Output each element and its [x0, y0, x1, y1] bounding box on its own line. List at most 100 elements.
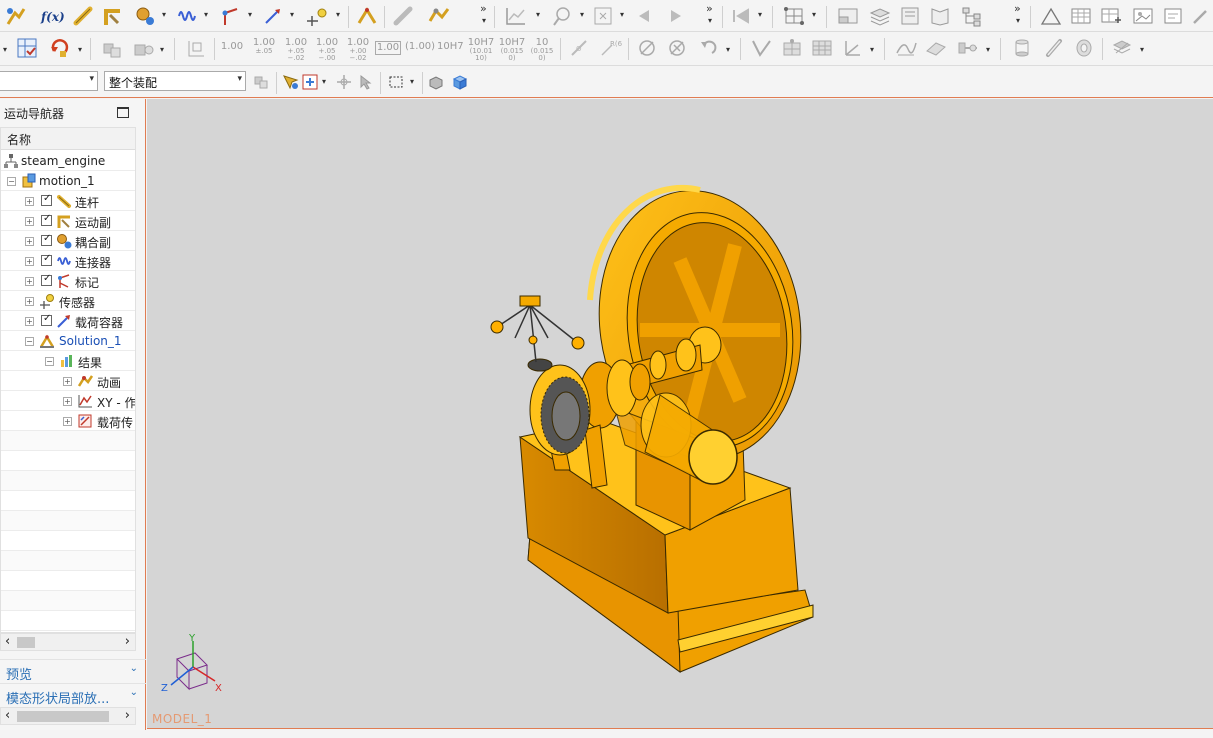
sheet-icon[interactable] [896, 3, 924, 29]
pen-icon[interactable] [1190, 3, 1212, 29]
expand-icon[interactable]: + [25, 237, 34, 246]
scroll-left-arrow[interactable]: ‹ [5, 708, 10, 723]
ring-icon[interactable] [1070, 35, 1098, 61]
tree-row-connectors[interactable]: + 连接器 [1, 251, 135, 271]
motion-environment-icon[interactable] [4, 3, 28, 29]
spring-dropdown[interactable]: ▾ [204, 10, 208, 19]
marker-icon[interactable] [218, 3, 244, 29]
mesh-dropdown[interactable]: ▾ [812, 10, 816, 19]
checklist-icon[interactable] [14, 35, 40, 61]
overflow-2[interactable]: » [706, 2, 713, 15]
tree-row-joints[interactable]: + 运动副 [1, 211, 135, 231]
snap-point-icon[interactable] [280, 69, 300, 95]
component-b-icon[interactable] [130, 35, 158, 61]
steam-engine-model[interactable] [147, 99, 1213, 729]
dim-unilateral-b[interactable]: 1.00 +.05 −.00 [313, 38, 341, 62]
collapse-icon[interactable]: − [45, 357, 54, 366]
expand-icon[interactable]: + [63, 417, 72, 426]
expand-icon[interactable]: + [25, 277, 34, 286]
weld-icon[interactable] [748, 35, 776, 61]
undo-arrow-dropdown[interactable]: ▾ [726, 45, 730, 54]
joint-icon[interactable] [100, 3, 126, 29]
hatch-icon[interactable] [1108, 35, 1136, 61]
spring-icon[interactable] [174, 3, 200, 29]
preview-panel-header[interactable]: 预览 ⌄ [0, 659, 146, 683]
spring-clip-icon[interactable] [1040, 35, 1068, 61]
column-header-name[interactable]: 名称 [1, 128, 135, 150]
overflow-3-dd[interactable]: ▾ [1016, 16, 1020, 25]
undo-rotate-icon[interactable] [46, 35, 74, 61]
cursor-cross-icon[interactable] [334, 69, 354, 95]
type-filter-combo[interactable]: ▾ [0, 71, 98, 91]
rewind-dropdown[interactable]: ▾ [758, 10, 762, 19]
expand-icon[interactable]: + [63, 397, 72, 406]
axes-icon[interactable] [838, 35, 866, 61]
cylinder-icon[interactable] [1008, 35, 1036, 61]
tree-row-animation[interactable]: + 动画 [1, 371, 135, 391]
interference-dropdown[interactable]: ▾ [620, 10, 624, 19]
rewind-icon[interactable] [728, 3, 754, 29]
grid-node-icon[interactable] [778, 35, 806, 61]
step-forward-icon[interactable] [664, 3, 688, 29]
dim-limit[interactable]: 10 (0.015 0) [530, 38, 554, 62]
scroll-right-arrow[interactable]: › [125, 708, 130, 723]
table-add-icon[interactable] [1098, 3, 1124, 29]
dimension-icon[interactable] [182, 35, 210, 61]
tree-horizontal-scrollbar[interactable]: ‹ › [0, 633, 136, 651]
interference-icon[interactable] [590, 3, 616, 29]
dim-bilateral[interactable]: 1.00 ±.05 [250, 38, 278, 55]
tree-row-solution-1[interactable]: − Solution_1 [1, 331, 135, 351]
diameter-dim-icon[interactable]: Ø [566, 35, 592, 61]
layers-icon[interactable] [866, 3, 894, 29]
grid-table-icon[interactable] [808, 35, 836, 61]
scroll-right-arrow[interactable]: › [125, 634, 130, 649]
load-icon[interactable] [260, 3, 286, 29]
collapse-icon[interactable]: − [7, 177, 16, 186]
dim-fit-tol[interactable]: 10H7 (0.015 0) [498, 38, 526, 62]
dim-fit[interactable]: 10H7 [437, 42, 464, 52]
dim-nominal[interactable]: 1.00 [220, 42, 244, 52]
drawing-icon[interactable] [834, 3, 862, 29]
axes-dropdown[interactable]: ▾ [870, 45, 874, 54]
select-box-dropdown[interactable]: ▾ [322, 77, 326, 86]
xy-dropdown[interactable]: ▾ [536, 10, 540, 19]
dim-unilateral-a[interactable]: 1.00 +.05 −.02 [282, 38, 310, 62]
component-dropdown[interactable]: ▾ [160, 45, 164, 54]
visibility-checkbox[interactable] [41, 313, 52, 326]
book-icon[interactable] [926, 3, 954, 29]
rect-select-icon[interactable] [386, 69, 406, 95]
dim-reference[interactable]: (1.00) [405, 42, 435, 52]
filter-settings-icon[interactable] [250, 69, 272, 95]
dim-basic[interactable]: 1.00 [375, 41, 401, 55]
assembly-tree-icon[interactable] [958, 3, 986, 29]
modal-shapes-panel-header[interactable]: 模态形状局部放... ⌄ [0, 683, 146, 707]
maximize-icon[interactable] [117, 107, 129, 118]
expand-icon[interactable]: + [25, 257, 34, 266]
sensor-icon[interactable] [302, 3, 332, 29]
tree-row-links[interactable]: + 连杆 [1, 191, 135, 211]
hatch-dropdown[interactable]: ▾ [1140, 45, 1144, 54]
collapse-icon[interactable]: − [25, 337, 34, 346]
trace-icon[interactable] [548, 3, 576, 29]
scroll-thumb[interactable] [17, 711, 109, 722]
overflow-3[interactable]: » [1014, 2, 1021, 15]
select-box-icon[interactable] [300, 69, 320, 95]
mesh-icon[interactable] [780, 3, 808, 29]
overflow-2-dd[interactable]: ▾ [708, 16, 712, 25]
expand-icon[interactable]: + [25, 297, 34, 306]
tool-dropdown[interactable]: ▾ [986, 45, 990, 54]
expand-icon[interactable]: + [63, 377, 72, 386]
tree-row-couplers[interactable]: + 耦合副 [1, 231, 135, 251]
row2-left-dropdown[interactable]: ▾ [3, 45, 7, 54]
curve-icon[interactable] [892, 35, 920, 61]
image-icon[interactable] [1130, 3, 1156, 29]
solution-icon[interactable] [354, 3, 380, 29]
tree-row-steam-engine[interactable]: steam_engine [1, 151, 135, 171]
dim-unilateral-c[interactable]: 1.00 +.00 −.02 [344, 38, 372, 62]
view-box-icon[interactable] [450, 69, 470, 95]
overflow-1-dd[interactable]: ▾ [482, 16, 486, 25]
assembly-scope-combo[interactable]: 整个装配 ▾ [104, 71, 246, 91]
dim-fit-limits[interactable]: 10H7 (10.01 10) [467, 38, 495, 62]
overflow-1[interactable]: » [480, 2, 487, 15]
undo-arrow-icon[interactable] [694, 35, 720, 61]
